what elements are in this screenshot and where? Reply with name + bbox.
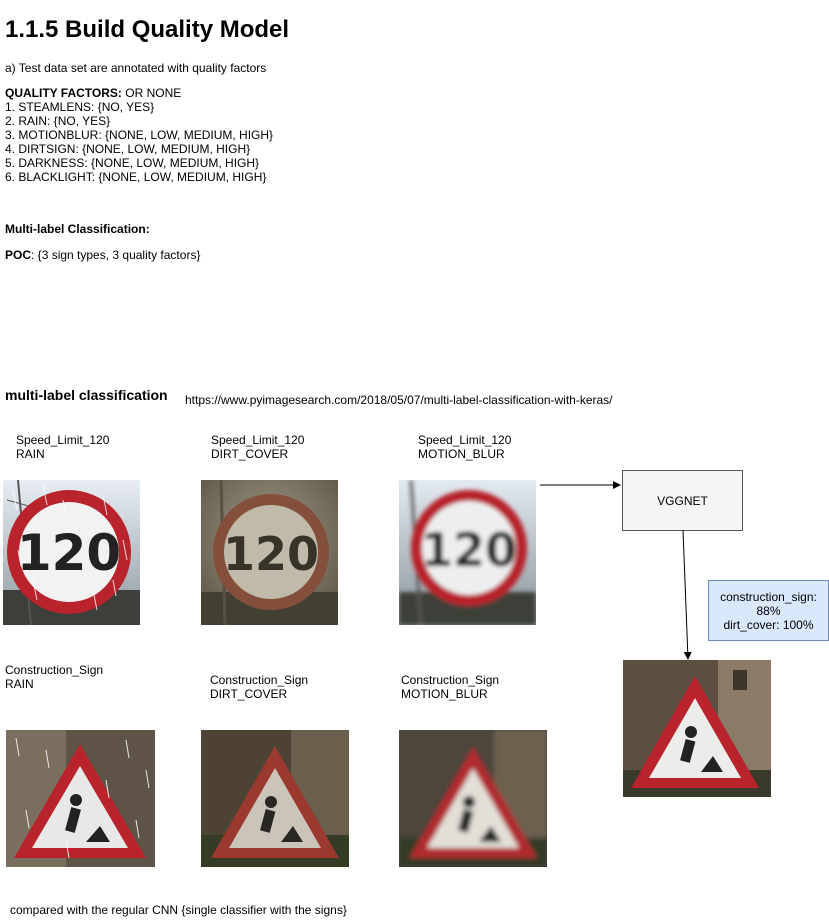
- output-arrow: [682, 529, 692, 660]
- connector-arrows: [540, 481, 692, 660]
- footer-note: compared with the regular CNN {single cl…: [10, 903, 347, 917]
